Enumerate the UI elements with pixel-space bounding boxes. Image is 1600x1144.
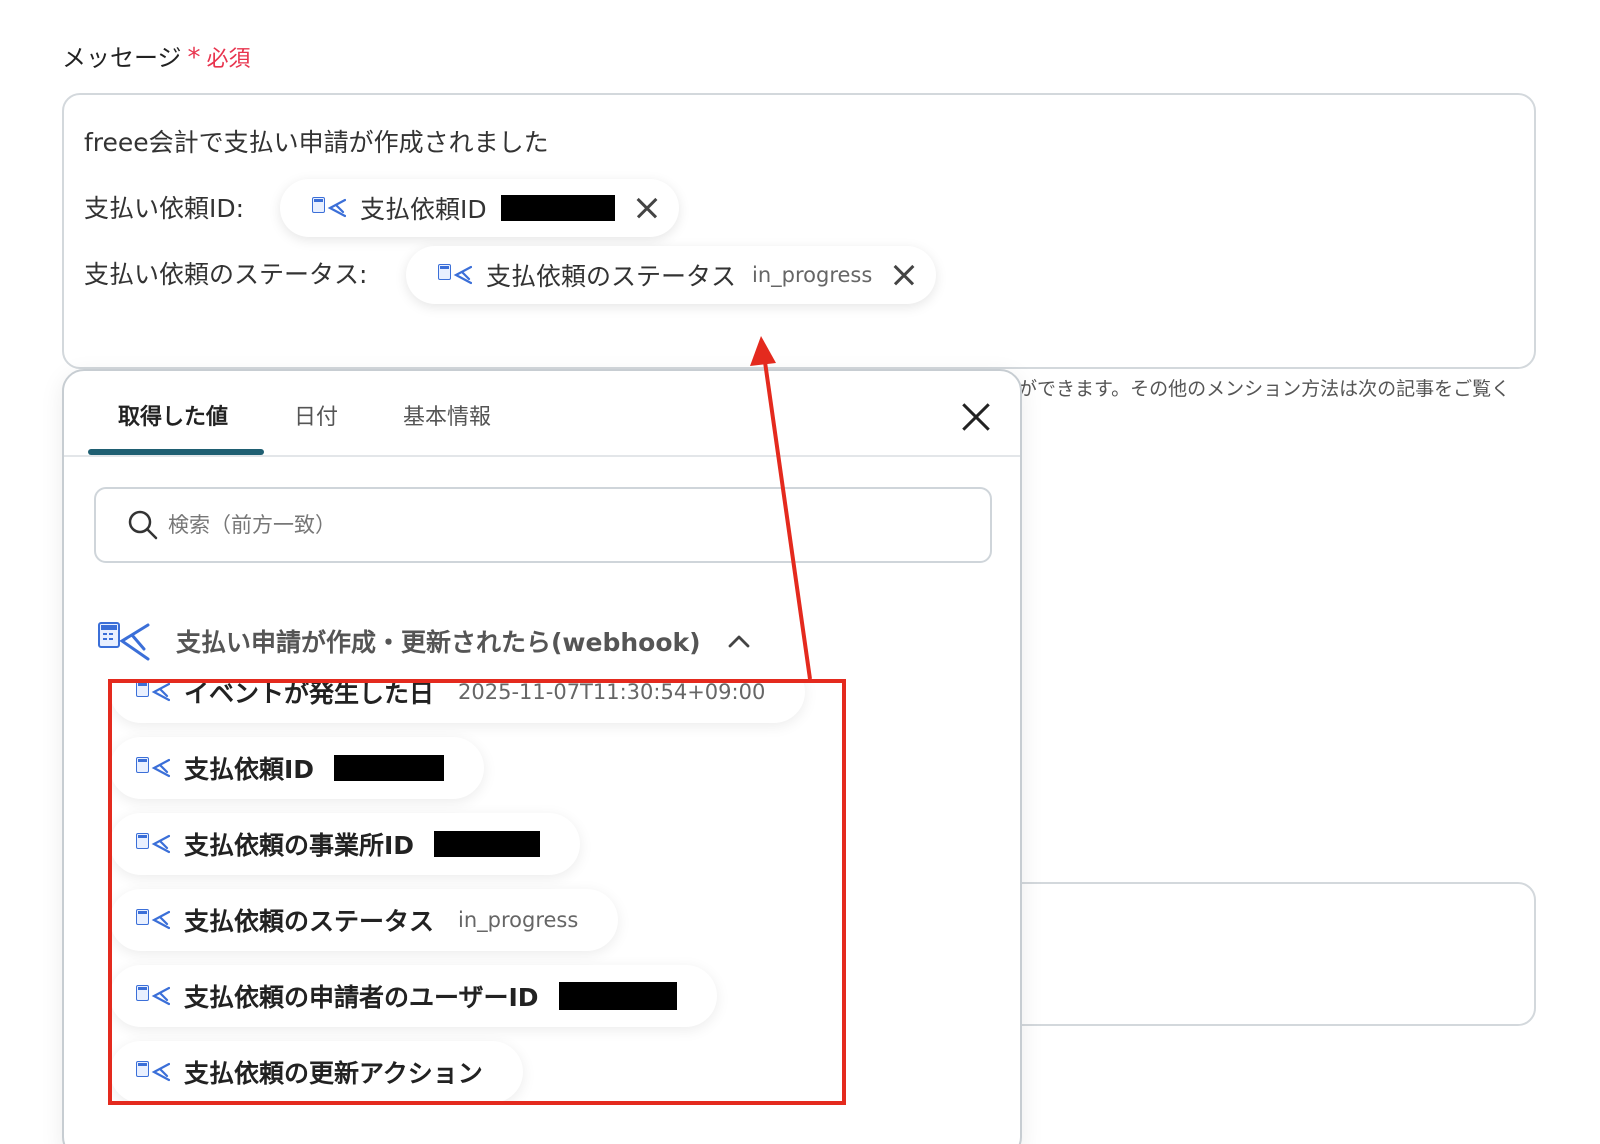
chip-value: in_progress <box>752 263 873 287</box>
search-box[interactable] <box>94 487 992 563</box>
message-line-1: freee会計で支払い申請が作成されました <box>84 128 549 157</box>
mention-chip-payment-status[interactable]: 支払依頼のステータス in_progress <box>406 246 937 304</box>
chip-label: 支払依頼ID <box>360 195 487 224</box>
message-line-2-label: 支払い依頼ID: <box>84 194 245 223</box>
field-label-text: メッセージ <box>62 44 182 72</box>
annotation-highlight-box <box>108 679 846 1105</box>
chevron-up-icon[interactable] <box>727 633 751 649</box>
active-tab-indicator <box>88 449 264 455</box>
required-text: 必須 <box>206 47 251 72</box>
helper-text: ができます。その他のメンション方法は次の記事をご覧く <box>1018 378 1511 400</box>
message-line-3-label: 支払い依頼のステータス: <box>84 260 368 289</box>
chip-remove-icon[interactable] <box>633 194 661 222</box>
message-editor[interactable]: freee会計で支払い申請が作成されました 支払い依頼ID: 支払い依頼のステー… <box>62 93 1536 369</box>
tab-basic-info[interactable]: 基本情報 <box>403 399 491 431</box>
freee-app-icon <box>438 262 472 288</box>
search-icon <box>128 510 158 540</box>
message-field-label: メッセージ * 必須 <box>62 38 251 73</box>
group-title: 支払い申請が作成・更新されたら(webhook) <box>176 628 701 657</box>
tab-acquired-values[interactable]: 取得した値 <box>118 399 228 431</box>
freee-app-icon <box>98 621 150 661</box>
background-input-box[interactable] <box>1000 882 1536 1026</box>
trigger-group-header[interactable]: 支払い申請が作成・更新されたら(webhook) <box>98 621 751 661</box>
mention-chip-payment-id[interactable]: 支払依頼ID <box>280 179 679 237</box>
panel-tabs: 取得した値 日付 基本情報 <box>64 371 1020 457</box>
chip-remove-icon[interactable] <box>890 261 918 289</box>
close-icon[interactable] <box>960 401 992 433</box>
required-star: * <box>187 43 201 73</box>
freee-app-icon <box>312 195 346 221</box>
search-input[interactable] <box>168 513 928 537</box>
tab-date[interactable]: 日付 <box>294 399 338 431</box>
redacted-value <box>500 195 615 221</box>
chip-label: 支払依頼のステータス <box>486 262 737 291</box>
